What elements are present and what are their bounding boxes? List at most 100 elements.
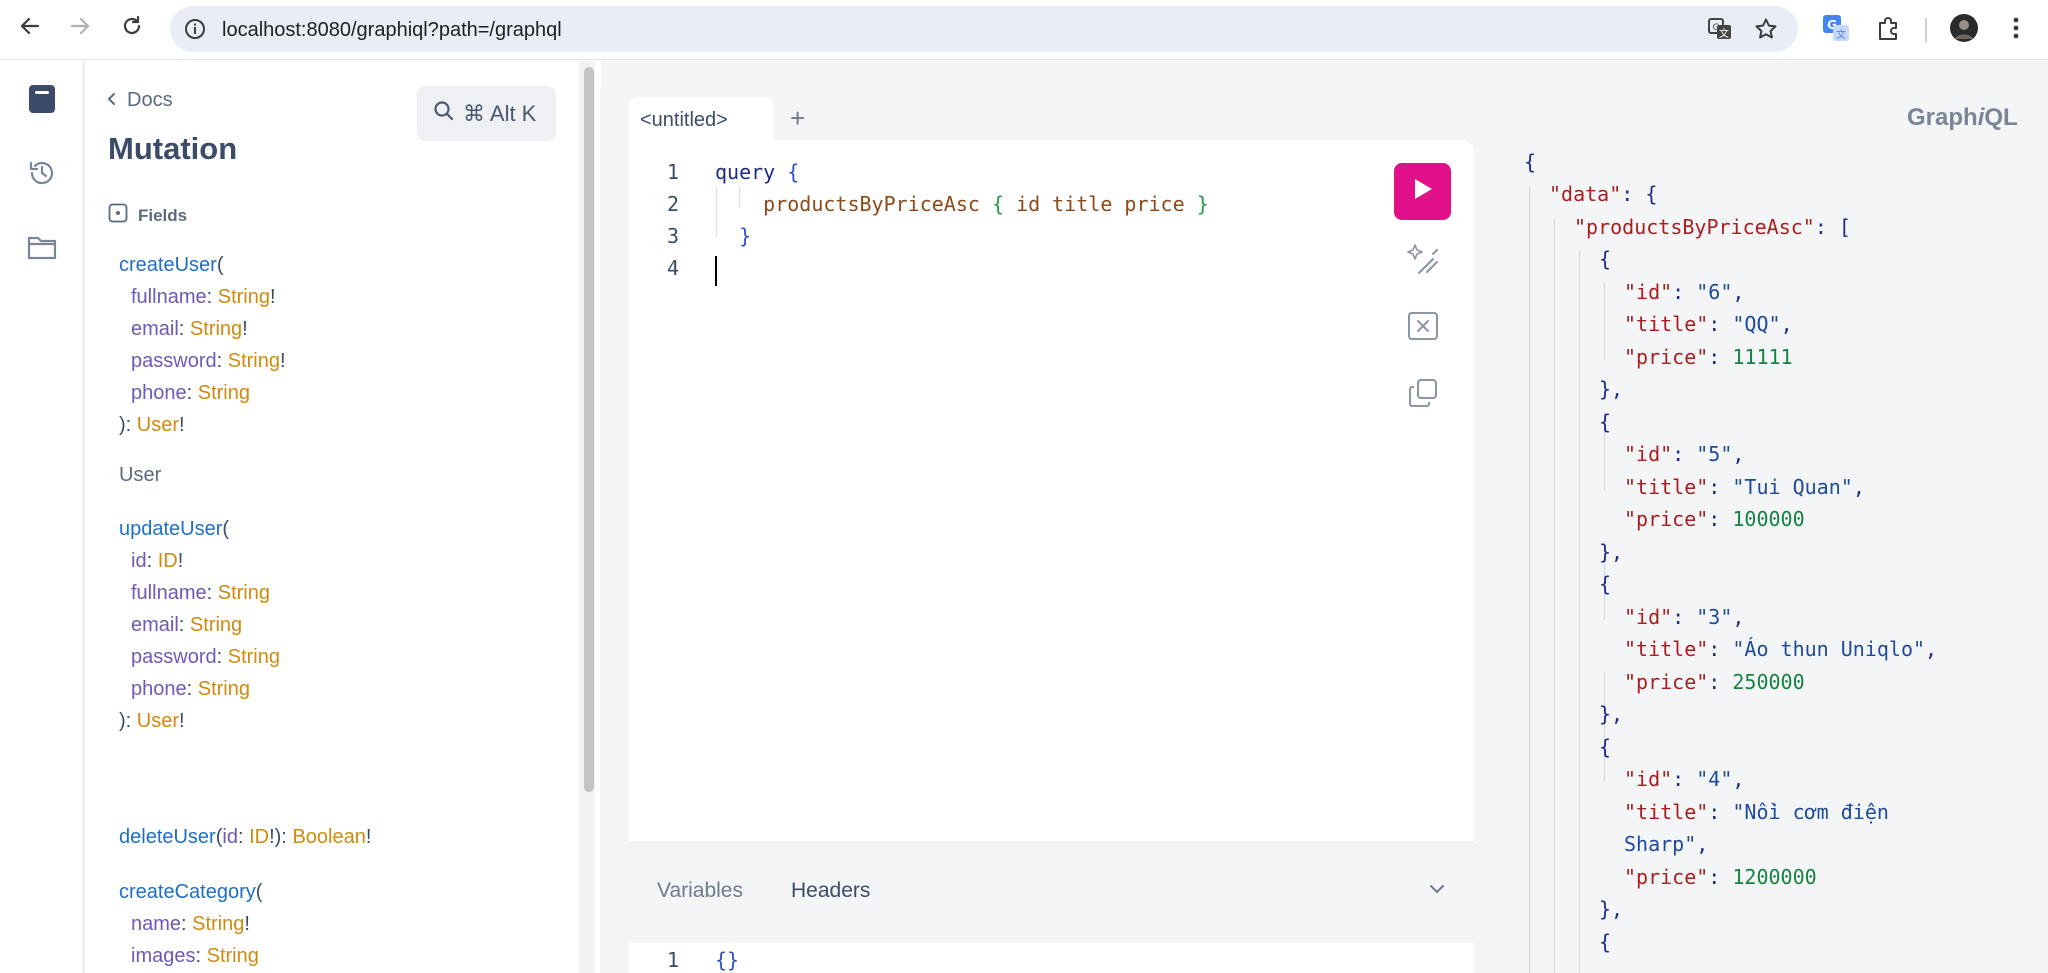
add-tab-button[interactable]: + (790, 103, 805, 134)
type-link[interactable]: String (198, 678, 250, 700)
site-info-icon[interactable] (180, 14, 210, 44)
type-link[interactable]: String (218, 582, 270, 604)
json-line: { (1599, 410, 1612, 434)
type-link[interactable]: ID (158, 550, 178, 572)
text-cursor (715, 256, 717, 286)
type-link[interactable]: String (228, 646, 280, 668)
field-name-link[interactable]: createUser (119, 254, 217, 276)
arg-name[interactable]: password (131, 646, 217, 668)
tab-variables[interactable]: Variables (657, 879, 743, 903)
fields-section-header: Fields (108, 203, 187, 228)
field-name-link[interactable]: createCategory (119, 881, 256, 903)
json-line: "price": 100000 (1624, 507, 1805, 531)
translate-icon[interactable]: 文G (1705, 14, 1735, 44)
play-icon (1412, 177, 1434, 206)
run-query-button[interactable] (1394, 163, 1451, 220)
json-string: "5" (1696, 442, 1733, 466)
history-button[interactable] (22, 155, 62, 195)
json-line: { (1599, 247, 1612, 271)
arg-name[interactable]: email (131, 614, 179, 636)
result-viewer[interactable]: { "data": { "productsByPriceAsc": [ { "i… (1524, 140, 2024, 973)
type-link[interactable]: String (192, 913, 244, 935)
arg-name[interactable]: password (131, 350, 217, 372)
type-link[interactable]: String (190, 318, 242, 340)
arg-name[interactable]: images (131, 945, 195, 967)
bookmark-star-icon[interactable] (1751, 14, 1781, 44)
docs-search-button[interactable]: ⌘ Alt K (417, 86, 556, 141)
arg-name[interactable]: id (222, 826, 238, 848)
type-link[interactable]: String (207, 945, 259, 967)
type-link[interactable]: String (218, 286, 270, 308)
url-text[interactable]: localhost:8080/graphiql?path=/graphql (222, 19, 562, 42)
variables-editor[interactable]: 1 {} (629, 943, 1474, 973)
reload-button[interactable] (112, 10, 152, 46)
arg-row: id: ID! (131, 550, 184, 572)
collapse-panel-button[interactable] (1427, 879, 1447, 904)
non-null-marker: ! (179, 710, 185, 732)
prettify-button[interactable] (1395, 233, 1451, 289)
line-number: 1 (666, 948, 679, 972)
json-string: "Tui Quan" (1732, 475, 1853, 499)
logo-text-b: QL (1984, 104, 2018, 131)
docs-explorer: Docs ⌘ Alt K Mutation Fields createUser(… (85, 61, 580, 973)
indent-guide (1579, 250, 1580, 973)
field-name-link[interactable]: updateUser (119, 518, 222, 540)
arg-name[interactable]: fullname (131, 286, 207, 308)
variables-value: {} (715, 948, 740, 972)
brace: { (991, 192, 1005, 216)
type-link[interactable]: String (198, 382, 250, 404)
return-type-link[interactable]: User (137, 710, 179, 732)
json-line: "title": "Tui Quan", (1624, 475, 1865, 499)
docs-explorer-button[interactable] (22, 81, 62, 121)
arg-name[interactable]: phone (131, 382, 187, 404)
json-line: Sharp", (1624, 832, 1709, 856)
merge-icon (1407, 311, 1439, 346)
extensions-puzzle-icon[interactable] (1873, 12, 1905, 44)
arg-name[interactable]: fullname (131, 582, 207, 604)
type-link[interactable]: ID (249, 826, 269, 848)
forward-button[interactable] (60, 10, 100, 46)
return-type-link[interactable]: Boolean (292, 826, 365, 848)
brace: } (739, 224, 752, 248)
collections-button[interactable] (22, 229, 62, 269)
arg-name[interactable]: name (131, 913, 181, 935)
profile-avatar[interactable] (1948, 12, 1980, 44)
type-link[interactable]: String (190, 614, 242, 636)
prettify-sparkle-icon (1405, 242, 1441, 281)
json-string: Sharp" (1624, 832, 1697, 856)
json-line: { (1524, 150, 1537, 174)
code-line: 3 } (629, 224, 751, 257)
arg-row: phone: String (131, 382, 250, 404)
google-translate-extension-icon[interactable]: G文 (1820, 12, 1852, 44)
tab-untitled[interactable]: <untitled> (629, 97, 773, 140)
arg-name[interactable]: id (131, 550, 147, 572)
return-type-link[interactable]: User (137, 414, 179, 436)
address-bar[interactable]: localhost:8080/graphiql?path=/graphql 文G (170, 6, 1798, 52)
keyword: query (715, 160, 776, 184)
merge-fragments-button[interactable] (1395, 300, 1451, 356)
tab-headers[interactable]: Headers (791, 879, 870, 903)
arg-name[interactable]: phone (131, 678, 187, 700)
json-line: { (1599, 735, 1612, 759)
json-string: "4" (1696, 767, 1733, 791)
non-null-marker: ! (177, 550, 184, 572)
page-title: Mutation (108, 131, 238, 166)
json-line: { (1599, 572, 1612, 596)
non-null-marker: ! (179, 414, 185, 436)
docs-back-link[interactable]: Docs (107, 89, 173, 112)
svg-text:文: 文 (1719, 27, 1729, 40)
non-null-marker: ! (269, 286, 276, 308)
query-editor[interactable]: 1 query { 2 productsByPriceAsc { id titl… (629, 140, 1474, 973)
plugin-sidebar (0, 61, 84, 973)
arg-name[interactable]: email (131, 318, 179, 340)
json-line: "price": 250000 (1624, 670, 1805, 694)
back-button[interactable] (10, 10, 50, 46)
arg-row: name: String! (131, 913, 250, 935)
type-link[interactable]: String (228, 350, 280, 372)
browser-menu-icon[interactable] (2000, 12, 2032, 44)
field-name-link[interactable]: deleteUser (119, 826, 216, 848)
docs-scrollbar-thumb[interactable] (584, 67, 594, 792)
json-number: 100000 (1732, 507, 1805, 531)
copy-query-button[interactable] (1395, 367, 1451, 423)
json-string: "3" (1696, 605, 1733, 629)
